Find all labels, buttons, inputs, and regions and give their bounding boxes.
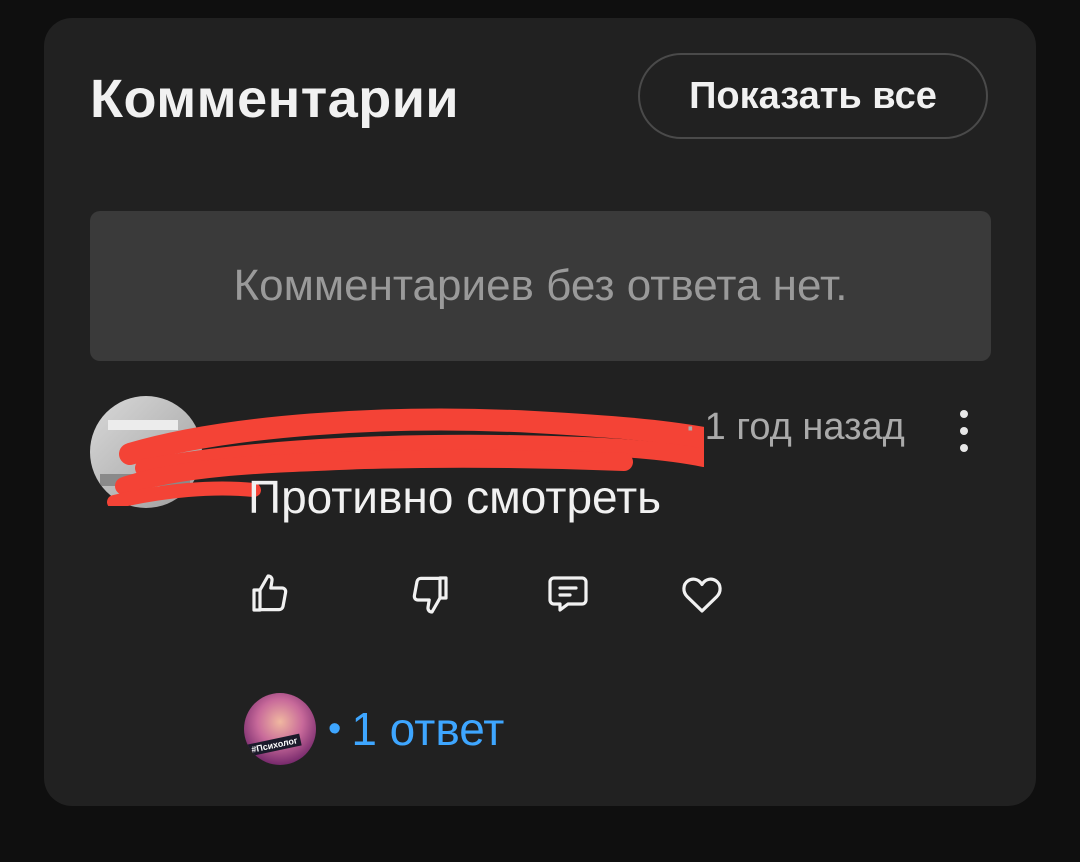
- reply-author-avatar: #Психолог: [244, 693, 316, 765]
- more-options-icon[interactable]: [952, 408, 976, 454]
- dislike-icon[interactable]: [406, 570, 454, 618]
- reply-avatar-tag: #Психолог: [247, 733, 302, 757]
- empty-state-text: Комментариев без ответа нет.: [233, 261, 848, 310]
- comments-card: Комментарии Показать все Комментариев бе…: [44, 18, 1036, 806]
- comment-time: 1 год назад: [704, 406, 905, 448]
- replies-link[interactable]: #Психолог • 1 ответ: [244, 692, 504, 766]
- like-icon[interactable]: [246, 570, 294, 618]
- comments-title: Комментарии: [90, 69, 460, 129]
- empty-state-box: Комментариев без ответа нет.: [90, 211, 991, 361]
- comment-text: Противно смотреть: [248, 471, 662, 523]
- replies-separator: •: [328, 707, 342, 750]
- show-all-button[interactable]: Показать все: [638, 53, 988, 139]
- reply-icon[interactable]: [544, 570, 592, 618]
- commenter-avatar[interactable]: [90, 396, 202, 508]
- comment-meta: · 1 год назад: [684, 406, 905, 449]
- heart-icon[interactable]: [678, 570, 726, 618]
- meta-separator: ·: [684, 406, 697, 448]
- replies-count[interactable]: 1 ответ: [351, 702, 504, 756]
